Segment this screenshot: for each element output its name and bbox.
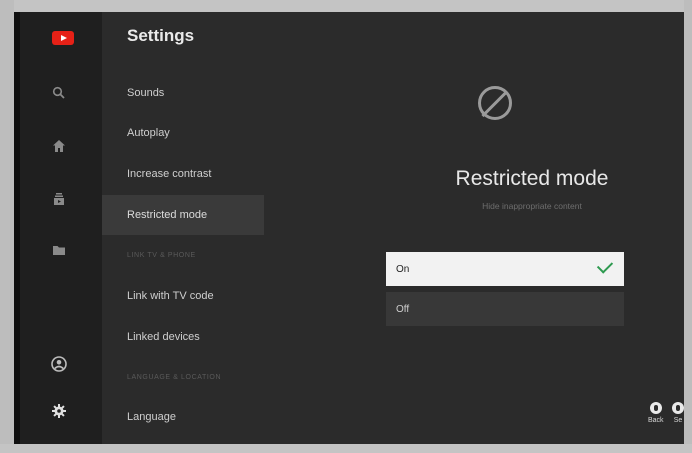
nav-rail: [14, 12, 102, 444]
settings-menu: Settings Sounds Autoplay Increase contra…: [102, 12, 302, 444]
menu-item-link-with-tv-code[interactable]: Link with TV code: [102, 276, 264, 316]
bezel-left: [0, 0, 14, 453]
menu-item-increase-contrast[interactable]: Increase contrast: [102, 154, 264, 194]
home-icon[interactable]: [50, 137, 68, 155]
option-label: Off: [396, 303, 410, 315]
section-header-link: LINK TV & PHONE: [127, 252, 196, 259]
menu-item-autoplay[interactable]: Autoplay: [102, 113, 264, 153]
bezel-top: [0, 0, 692, 12]
back-button-icon: [649, 402, 662, 414]
bezel-bottom: [0, 444, 692, 453]
section-header-language: LANGUAGE & LOCATION: [127, 374, 222, 381]
gear-icon[interactable]: [50, 402, 68, 420]
menu-item-linked-devices[interactable]: Linked devices: [102, 317, 264, 357]
rail-edge: [14, 12, 20, 444]
menu-item-restricted-mode[interactable]: Restricted mode: [102, 195, 264, 235]
block-icon: [478, 86, 512, 120]
detail-subtitle: Hide inappropriate content: [482, 201, 582, 211]
option-off[interactable]: Off: [386, 292, 624, 326]
tv-screen: Settings Sounds Autoplay Increase contra…: [14, 12, 684, 444]
checkmark-icon: [596, 257, 614, 274]
back-hint[interactable]: Back: [648, 402, 664, 424]
menu-item-sounds[interactable]: Sounds: [102, 73, 264, 113]
subscriptions-icon[interactable]: [50, 190, 68, 208]
menu-item-language[interactable]: Language: [102, 397, 264, 437]
page-title: Settings: [127, 26, 195, 45]
select-hint[interactable]: Se: [672, 402, 684, 424]
search-icon[interactable]: [50, 84, 68, 102]
hint-label: Se: [673, 417, 683, 424]
bezel-right: [684, 0, 692, 453]
youtube-logo-icon[interactable]: [52, 31, 74, 45]
select-button-icon: [672, 402, 684, 414]
account-icon[interactable]: [50, 355, 68, 373]
hint-label: Back: [648, 417, 664, 424]
option-on[interactable]: On: [386, 252, 624, 286]
detail-panel: Restricted mode Hide inappropriate conte…: [302, 12, 684, 444]
folder-icon[interactable]: [50, 241, 68, 259]
detail-title: Restricted mode: [455, 167, 609, 190]
option-label: On: [396, 263, 410, 275]
